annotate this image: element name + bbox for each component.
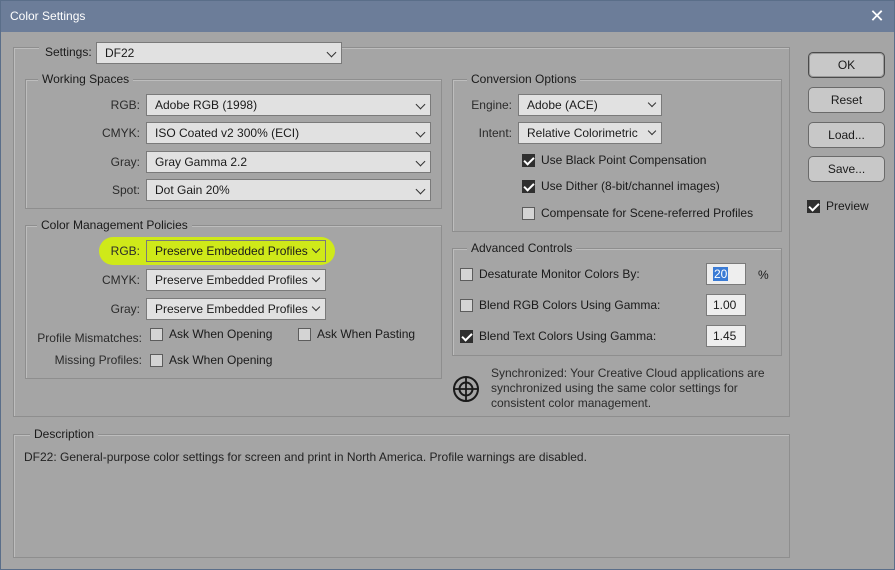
ws-gray-label: Gray:	[110, 155, 140, 169]
ws-spot-dropdown[interactable]: Dot Gain 20%	[146, 179, 431, 201]
chevron-down-icon	[647, 126, 657, 136]
ws-gray-dropdown[interactable]: Gray Gamma 2.2	[146, 151, 431, 173]
intent-label: Intent:	[478, 126, 512, 140]
engine-label: Engine:	[471, 98, 512, 112]
blend-rgb-input[interactable]: 1.00	[706, 294, 746, 316]
ws-spot-label: Spot:	[111, 183, 140, 197]
blend-rgb-checkbox[interactable]	[460, 299, 473, 312]
preview-label: Preview	[826, 199, 869, 213]
desaturate-checkbox[interactable]	[460, 268, 473, 281]
save-button[interactable]: Save...	[808, 156, 885, 182]
window-title: Color Settings	[10, 9, 86, 23]
working-spaces-legend: Working Spaces	[38, 72, 134, 86]
description-legend: Description	[30, 427, 99, 441]
sync-text-line2: synchronized using the same color settin…	[491, 381, 738, 395]
percent-label: %	[758, 268, 769, 282]
load-button[interactable]: Load...	[808, 122, 885, 148]
conversion-legend: Conversion Options	[467, 72, 581, 86]
reset-button[interactable]: Reset	[808, 87, 885, 113]
dither-label: Use Dither (8-bit/channel images)	[541, 179, 720, 193]
preview-checkbox[interactable]	[807, 200, 820, 213]
ask-when-opening-missing-label: Ask When Opening	[169, 353, 273, 367]
chevron-down-icon	[415, 156, 426, 167]
title-bar[interactable]: Color Settings ✕	[1, 1, 894, 32]
policies-legend: Color Management Policies	[37, 218, 192, 232]
blend-text-input[interactable]: 1.45	[706, 325, 746, 347]
chevron-down-icon	[326, 47, 337, 58]
close-icon[interactable]: ✕	[866, 5, 888, 27]
ws-cmyk-label: CMYK:	[101, 126, 140, 140]
settings-dropdown[interactable]: DF22	[96, 42, 342, 64]
sync-text-line1: Synchronized: Your Creative Cloud applic…	[491, 366, 765, 380]
chevron-down-icon	[311, 302, 321, 312]
ask-when-opening-missing-checkbox[interactable]	[150, 354, 163, 367]
ask-when-opening-mismatch-checkbox[interactable]	[150, 328, 163, 341]
desaturate-label: Desaturate Monitor Colors By:	[479, 267, 640, 281]
chevron-down-icon	[415, 127, 426, 138]
scene-referred-label: Compensate for Scene-referred Profiles	[541, 206, 754, 220]
intent-dropdown[interactable]: Relative Colorimetric	[518, 122, 662, 144]
ask-when-opening-mismatch-label: Ask When Opening	[169, 327, 273, 341]
ws-rgb-dropdown[interactable]: Adobe RGB (1998)	[146, 94, 431, 116]
chevron-down-icon	[311, 273, 321, 283]
sync-icon	[452, 375, 480, 403]
chevron-down-icon	[647, 98, 657, 108]
policy-rgb-label: RGB:	[110, 244, 140, 258]
black-point-checkbox[interactable]	[522, 154, 535, 167]
blend-rgb-label: Blend RGB Colors Using Gamma:	[479, 298, 661, 312]
policy-rgb-dropdown[interactable]: Preserve Embedded Profiles	[146, 240, 326, 262]
policy-cmyk-dropdown[interactable]: Preserve Embedded Profiles	[146, 269, 326, 291]
black-point-label: Use Black Point Compensation	[541, 153, 707, 167]
policy-gray-dropdown[interactable]: Preserve Embedded Profiles	[146, 298, 326, 320]
description-text: DF22: General-purpose color settings for…	[24, 450, 587, 464]
policy-gray-label: Gray:	[110, 302, 140, 316]
profile-mismatches-label: Profile Mismatches:	[37, 331, 142, 345]
dither-checkbox[interactable]	[522, 180, 535, 193]
settings-label: Settings:	[39, 45, 98, 59]
desaturate-input[interactable]: 20	[706, 263, 746, 285]
ws-rgb-label: RGB:	[110, 98, 140, 112]
policy-cmyk-label: CMYK:	[101, 273, 140, 287]
desaturate-value: 20	[713, 267, 729, 281]
chevron-down-icon	[415, 184, 426, 195]
ok-button[interactable]: OK	[808, 52, 885, 78]
sync-text-line3: consistent color management.	[491, 396, 652, 410]
ask-when-pasting-label: Ask When Pasting	[317, 327, 416, 341]
ws-cmyk-dropdown[interactable]: ISO Coated v2 300% (ECI)	[146, 122, 431, 144]
chevron-down-icon	[311, 244, 321, 254]
missing-profiles-label: Missing Profiles:	[54, 353, 142, 367]
blend-text-checkbox[interactable]	[460, 330, 473, 343]
scene-referred-checkbox[interactable]	[522, 207, 535, 220]
chevron-down-icon	[415, 99, 426, 110]
color-settings-dialog: Color Settings ✕ Settings: DF22 Working …	[0, 0, 895, 570]
ask-when-pasting-checkbox[interactable]	[298, 328, 311, 341]
blend-text-label: Blend Text Colors Using Gamma:	[479, 329, 657, 343]
engine-dropdown[interactable]: Adobe (ACE)	[518, 94, 662, 116]
advanced-legend: Advanced Controls	[467, 241, 577, 255]
